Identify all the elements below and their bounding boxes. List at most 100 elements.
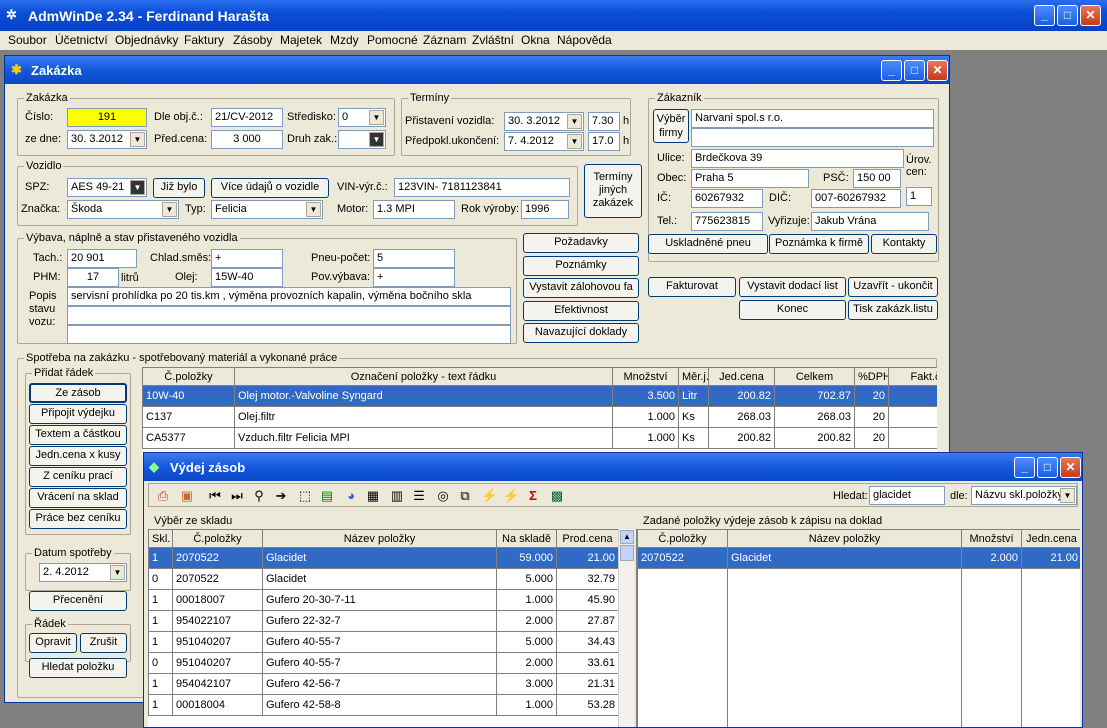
col-prod-cena[interactable]: Prod.cena: [556, 529, 618, 548]
dic-field[interactable]: 007-60267932: [811, 189, 901, 208]
dle-select[interactable]: Názvu skl.položky ▼: [971, 486, 1077, 505]
menu-faktury[interactable]: Faktury: [184, 33, 224, 47]
col-faktc[interactable]: Fakt.č: [888, 367, 937, 386]
ukonceni-field[interactable]: 7. 4.2012 ▼: [504, 132, 584, 151]
typ-field[interactable]: Felicia ▼: [211, 200, 323, 219]
psc-field[interactable]: 150 00: [853, 169, 901, 188]
efektivnost-button[interactable]: Efektivnost: [523, 301, 639, 321]
navazujici-doklady-button[interactable]: Navazující doklady: [523, 323, 639, 343]
list-icon[interactable]: ☰: [411, 488, 427, 504]
select-icon[interactable]: ⬚: [297, 488, 313, 504]
vyrizuje-field[interactable]: Jakub Vrána: [811, 212, 929, 231]
table-row[interactable]: 1 00018004 Gufero 42-58-8 1.000 53.28: [148, 694, 618, 716]
chevron-down-icon[interactable]: ▼: [567, 114, 582, 129]
scroll-up-icon[interactable]: ▲: [620, 530, 634, 544]
menu-zasoby[interactable]: Zásoby: [233, 33, 272, 47]
chevron-down-icon[interactable]: ▼: [567, 134, 582, 149]
tel-field[interactable]: 775623815: [691, 212, 763, 231]
dle-obj-field[interactable]: 21/CV-2012: [211, 108, 283, 127]
zakazka-minimize-icon[interactable]: _: [881, 60, 902, 81]
last-record-icon[interactable]: ⏭: [229, 488, 245, 504]
menu-mzdy[interactable]: Mzdy: [330, 33, 359, 47]
ukonceni-cas-field[interactable]: 17.0: [588, 132, 620, 151]
vydej-close-icon[interactable]: ✕: [1060, 457, 1081, 478]
popis-line1[interactable]: servisní prohlídka po 20 tis.km , výměna…: [67, 287, 511, 306]
ze-zasob-button[interactable]: Ze zásob: [29, 383, 127, 403]
phm-field[interactable]: 17: [67, 268, 119, 287]
firma-field[interactable]: Narvani spol.s r.o.: [691, 109, 934, 128]
menu-majetek[interactable]: Majetek: [280, 33, 322, 47]
cenik-praci-button[interactable]: Z ceníku prací: [29, 467, 127, 487]
col-merj[interactable]: Měr.j.: [678, 367, 709, 386]
vice-udaju-button[interactable]: Více údajů o vozidle: [211, 178, 329, 198]
table-row[interactable]: 0 951040207 Gufero 40-55-7 2.000 33.61: [148, 652, 618, 674]
ulice-field[interactable]: Brdečkova 39: [691, 149, 904, 168]
table-row[interactable]: 1 00018007 Gufero 20-30-7-11 1.000 45.90: [148, 589, 618, 611]
pov-field[interactable]: +: [373, 268, 455, 287]
table-row[interactable]: C137 Olej.filtr 1.000 Ks 268.03 268.03 20: [142, 406, 937, 428]
table-row[interactable]: 10W-40 Olej motor.-Valvoline Syngard 3.500…: [142, 385, 937, 407]
col-na-sklade[interactable]: Na skladě: [496, 529, 557, 548]
spz-field[interactable]: AES 49-21 ▼: [67, 178, 147, 197]
pozadavky-button[interactable]: Požadavky: [523, 233, 639, 253]
uskladnene-pneu-button[interactable]: Uskladněné pneu: [648, 234, 768, 254]
filter-off-icon[interactable]: ⚡: [503, 488, 519, 504]
col-mnozstvi[interactable]: Množství: [612, 367, 679, 386]
col-celkem[interactable]: Celkem: [774, 367, 855, 386]
table-row[interactable]: CA5377 Vzduch.filtr Felicia MPI 1.000 Ks 200…: [142, 427, 937, 449]
table-row[interactable]: 1 2070522 Glacidet 59.000 21.00: [148, 547, 618, 569]
arrow-right-icon[interactable]: ➔: [273, 488, 289, 504]
prace-bez-ceniku-button[interactable]: Práce bez ceníku: [29, 509, 127, 529]
copy-icon[interactable]: ⧉: [457, 488, 473, 504]
table-row[interactable]: 0 2070522 Glacidet 5.000 32.79: [148, 568, 618, 590]
menu-objednavky[interactable]: Objednávky: [115, 33, 178, 47]
chevron-down-icon[interactable]: ▼: [130, 180, 145, 195]
col-skl[interactable]: Skl.: [148, 529, 173, 548]
terminy-jinych-button[interactable]: Termíny jiných zakázek: [584, 164, 642, 218]
scrollbar-vertical[interactable]: ▲: [618, 529, 634, 727]
cislo-field[interactable]: 191: [67, 108, 147, 127]
open-folder-icon[interactable]: ▣: [179, 488, 195, 504]
zakazka-maximize-icon[interactable]: □: [904, 60, 925, 81]
uzavrit-button[interactable]: Uzavřít - ukončit: [848, 277, 938, 297]
ic-field[interactable]: 60267932: [691, 189, 763, 208]
document-icon[interactable]: ▦: [365, 488, 381, 504]
druh-field[interactable]: ▼: [338, 130, 386, 149]
textem-castkou-button[interactable]: Textem a částkou: [29, 425, 127, 445]
vin-field[interactable]: 123VIN- 7181123841: [394, 178, 570, 197]
pred-cena-field[interactable]: 3 000: [211, 130, 283, 149]
col-nazev[interactable]: Název položky: [727, 529, 962, 548]
maximize-icon[interactable]: □: [1057, 5, 1078, 26]
table-row[interactable]: 1 954022107 Gufero 22-32-7 2.000 27.87: [148, 610, 618, 632]
menu-soubor[interactable]: Soubor: [8, 33, 47, 47]
menu-zaznam[interactable]: Záznam: [423, 33, 466, 47]
table-row[interactable]: 1 951040207 Gufero 40-55-7 5.000 34.43: [148, 631, 618, 653]
popis-line3[interactable]: [67, 325, 511, 344]
print-icon[interactable]: ⎙: [155, 488, 171, 504]
col-nazev[interactable]: Název položky: [262, 529, 497, 548]
chevron-down-icon[interactable]: ▼: [1060, 488, 1075, 503]
urov-field[interactable]: 1: [906, 187, 932, 206]
ze-dne-field[interactable]: 30. 3.2012 ▼: [67, 130, 147, 149]
chevron-down-icon[interactable]: ▼: [306, 202, 321, 217]
col-jedcena[interactable]: Jed.cena: [708, 367, 775, 386]
pneu-field[interactable]: 5: [373, 249, 455, 268]
binoculars-icon[interactable]: ◎: [435, 488, 451, 504]
minimize-icon[interactable]: _: [1034, 5, 1055, 26]
vyber-firmy-button[interactable]: Výběr firmy: [653, 109, 689, 143]
col-oznaceni[interactable]: Označení položky - text řádku: [234, 367, 613, 386]
pristaveni-cas-field[interactable]: 7.30: [588, 112, 620, 131]
pripojit-vydejku-button[interactable]: Připojit výdejku: [29, 404, 127, 424]
popis-line2[interactable]: [67, 306, 511, 325]
menu-napoveda[interactable]: Nápověda: [557, 33, 612, 47]
zakazka-close-icon[interactable]: ✕: [927, 60, 948, 81]
chevron-down-icon[interactable]: ▼: [162, 202, 177, 217]
calculator-icon[interactable]: ▩: [549, 488, 565, 504]
col-mnozstvi[interactable]: Množství: [961, 529, 1022, 548]
kontakty-button[interactable]: Kontakty: [871, 234, 937, 254]
search-icon[interactable]: ⚲: [251, 488, 267, 504]
dodaci-list-button[interactable]: Vystavit dodací list: [739, 277, 846, 297]
olej-field[interactable]: 15W-40: [211, 268, 283, 287]
zrusit-button[interactable]: Zrušit: [80, 633, 127, 653]
pristaveni-field[interactable]: 30. 3.2012 ▼: [504, 112, 584, 131]
